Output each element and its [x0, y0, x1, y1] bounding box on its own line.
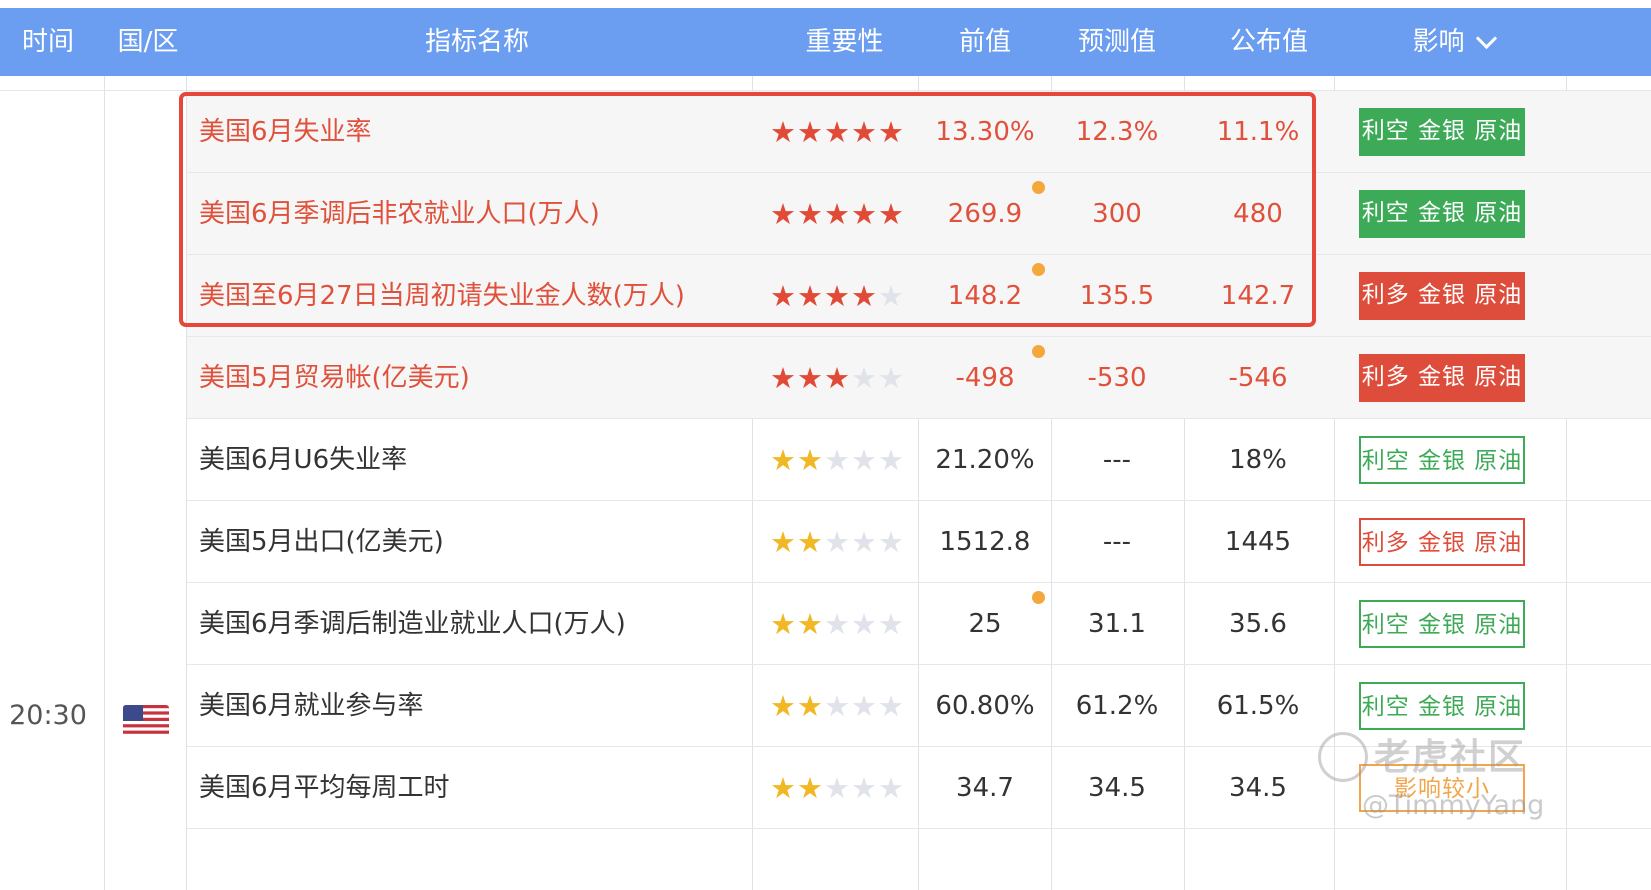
- table-row[interactable]: 美国6月U6失业率 ★ ★ ★ ★ ★ 21.20% --- 18% 利空 金银 原油: [187, 419, 1651, 501]
- star-empty-icon: ★: [851, 771, 877, 805]
- star-filled-icon: ★: [770, 361, 796, 395]
- importance-rating: ★ ★ ★ ★ ★: [770, 691, 904, 721]
- row-divider: [187, 828, 1651, 829]
- importance-rating: ★ ★ ★ ★ ★: [770, 363, 904, 393]
- previous-value: 60.80%: [935, 691, 1035, 721]
- indicator-name[interactable]: 美国6月平均每周工时: [199, 747, 749, 829]
- star-filled-icon: ★: [797, 607, 823, 641]
- forecast-value: -530: [1087, 363, 1147, 393]
- star-filled-icon: ★: [797, 361, 823, 395]
- watermark-user: @TimmyYang: [1362, 790, 1545, 821]
- star-empty-icon: ★: [851, 525, 877, 559]
- table-row[interactable]: 美国6月季调后制造业就业人口(万人) ★ ★ ★ ★ ★ 25 31.1 35.6 利空 金银 原…: [187, 583, 1651, 665]
- indicator-name[interactable]: 美国5月出口(亿美元): [199, 501, 749, 583]
- importance-rating: ★ ★ ★ ★ ★: [770, 445, 904, 475]
- watermark-logo-icon: [1318, 732, 1368, 782]
- indicator-name[interactable]: 美国6月就业参与率: [199, 665, 749, 747]
- star-empty-icon: ★: [851, 361, 877, 395]
- star-empty-icon: ★: [851, 689, 877, 723]
- actual-value: 34.5: [1229, 773, 1287, 803]
- star-filled-icon: ★: [797, 689, 823, 723]
- forecast-value: 31.1: [1088, 609, 1146, 639]
- star-filled-icon: ★: [770, 607, 796, 641]
- star-empty-icon: ★: [851, 607, 877, 641]
- indicator-name[interactable]: 美国6月季调后制造业就业人口(万人): [199, 583, 749, 665]
- header-time: 时间: [21, 27, 74, 57]
- header-forecast: 预测值: [1077, 27, 1156, 57]
- header-impact: 影响: [1412, 27, 1465, 57]
- table-header: 时间 国/区 指标名称 重要性 前值 预测值 公布值 影响: [0, 8, 1651, 76]
- star-empty-icon: ★: [878, 361, 904, 395]
- impact-badge: 利多 金银 原油: [1359, 518, 1525, 566]
- star-empty-icon: ★: [824, 525, 850, 559]
- star-filled-icon: ★: [797, 525, 823, 559]
- impact-badge: 利空 金银 原油: [1359, 682, 1525, 730]
- release-time: 20:30: [9, 700, 87, 731]
- header-importance: 重要性: [805, 27, 884, 57]
- star-empty-icon: ★: [851, 443, 877, 477]
- star-empty-icon: ★: [878, 771, 904, 805]
- header-region: 国/区: [117, 27, 179, 57]
- actual-value: 35.6: [1229, 609, 1287, 639]
- star-empty-icon: ★: [824, 689, 850, 723]
- star-empty-icon: ★: [878, 689, 904, 723]
- importance-rating: ★ ★ ★ ★ ★: [770, 773, 904, 803]
- importance-rating: ★ ★ ★ ★ ★: [770, 609, 904, 639]
- previous-value: 34.7: [956, 773, 1014, 803]
- watermark-site: 老虎社区: [1374, 737, 1527, 778]
- indicator-name[interactable]: 美国5月贸易帐(亿美元): [199, 337, 749, 419]
- us-flag-icon: [123, 705, 169, 737]
- highlight-annotation-box: [179, 92, 1316, 327]
- actual-value: 18%: [1229, 445, 1287, 475]
- impact-filter-dropdown[interactable]: 影响: [1335, 8, 1571, 76]
- star-filled-icon: ★: [797, 443, 823, 477]
- forecast-value: ---: [1102, 445, 1132, 475]
- forecast-value: ---: [1102, 527, 1132, 557]
- header-actual: 公布值: [1229, 27, 1308, 57]
- column-divider: [104, 76, 105, 890]
- indicator-name[interactable]: 美国6月U6失业率: [199, 419, 749, 501]
- table-row[interactable]: 美国5月贸易帐(亿美元) ★ ★ ★ ★ ★ -498 -530 -546 利多 金银 原油: [187, 337, 1651, 419]
- importance-rating: ★ ★ ★ ★ ★: [770, 527, 904, 557]
- star-empty-icon: ★: [824, 771, 850, 805]
- star-empty-icon: ★: [824, 607, 850, 641]
- impact-badge: 利空 金银 原油: [1359, 108, 1525, 156]
- forecast-value: 34.5: [1088, 773, 1146, 803]
- forecast-value: 61.2%: [1075, 691, 1159, 721]
- header-previous: 前值: [958, 27, 1011, 57]
- star-filled-icon: ★: [824, 361, 850, 395]
- previous-value: 21.20%: [935, 445, 1035, 475]
- impact-badge: 利空 金银 原油: [1359, 436, 1525, 484]
- previous-value: 1512.8: [939, 527, 1031, 557]
- star-filled-icon: ★: [770, 689, 796, 723]
- impact-badge: 利多 金银 原油: [1359, 354, 1525, 402]
- star-filled-icon: ★: [797, 771, 823, 805]
- actual-value: -546: [1228, 363, 1288, 393]
- star-filled-icon: ★: [770, 525, 796, 559]
- impact-badge: 利空 金银 原油: [1359, 600, 1525, 648]
- star-filled-icon: ★: [770, 771, 796, 805]
- star-empty-icon: ★: [878, 607, 904, 641]
- star-empty-icon: ★: [824, 443, 850, 477]
- star-filled-icon: ★: [770, 443, 796, 477]
- impact-badge: 利多 金银 原油: [1359, 272, 1525, 320]
- star-empty-icon: ★: [878, 525, 904, 559]
- star-empty-icon: ★: [878, 443, 904, 477]
- chevron-down-icon: [1475, 27, 1497, 49]
- table-row[interactable]: 美国5月出口(亿美元) ★ ★ ★ ★ ★ 1512.8 --- 1445 利多 金银 原油: [187, 501, 1651, 583]
- actual-value: 61.5%: [1216, 691, 1300, 721]
- impact-badge: 利空 金银 原油: [1359, 190, 1525, 238]
- revised-indicator-dot: [1032, 591, 1045, 604]
- header-indicator: 指标名称: [424, 27, 529, 57]
- revised-indicator-dot: [1032, 345, 1045, 358]
- actual-value: 1445: [1224, 527, 1292, 557]
